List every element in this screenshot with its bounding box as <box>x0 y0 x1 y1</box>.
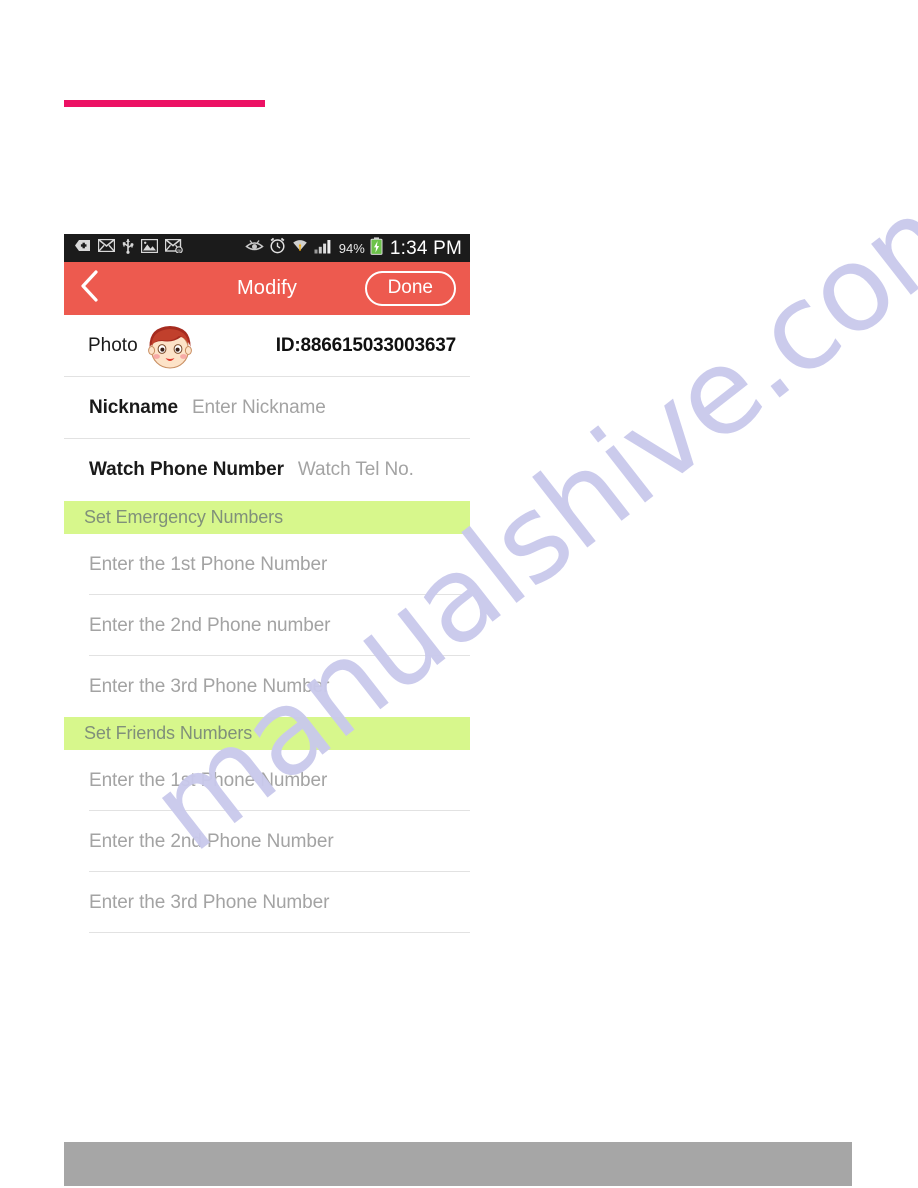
watch-phone-number-label: Watch Phone Number <box>89 459 284 480</box>
friends-phone-input-3[interactable]: Enter the 3rd Phone Number <box>89 892 329 914</box>
nickname-row[interactable]: Nickname Enter Nickname <box>64 377 470 439</box>
watch-phone-number-input[interactable]: Watch Tel No. <box>298 459 414 481</box>
svg-text:@: @ <box>177 248 182 253</box>
emergency-phone-input-3[interactable]: Enter the 3rd Phone Number <box>89 676 329 698</box>
friends-phone-row-3[interactable]: Enter the 3rd Phone Number <box>64 872 470 933</box>
alarm-clock-icon <box>269 237 286 259</box>
status-bar: @ 94% 1:34 PM <box>64 234 470 262</box>
section-header-friends: Set Friends Numbers <box>64 717 470 750</box>
photo-label: Photo <box>88 335 138 356</box>
friends-phone-input-1[interactable]: Enter the 1st Phone Number <box>89 770 327 792</box>
status-bar-right-icons: 94% 1:34 PM <box>245 236 462 260</box>
status-bar-left-icons: @ <box>74 238 183 259</box>
gallery-image-icon <box>140 238 159 258</box>
chevron-left-icon <box>78 269 100 308</box>
photo-row[interactable]: Photo ID:886615033003637 <box>64 315 470 377</box>
emergency-phone-row-3[interactable]: Enter the 3rd Phone Number <box>64 656 470 717</box>
battery-percent-label: 94% <box>338 240 365 256</box>
app-header: Modify Done <box>64 262 470 315</box>
friends-phone-row-1[interactable]: Enter the 1st Phone Number <box>64 750 470 811</box>
usb-icon <box>122 238 134 259</box>
signal-bars-icon <box>314 238 334 259</box>
wifi-icon <box>291 238 309 259</box>
phone-screenshot: @ 94% 1:34 PM Modify Done Photo ID:88661… <box>64 234 470 933</box>
emergency-phone-row-2[interactable]: Enter the 2nd Phone number <box>64 595 470 656</box>
nickname-label: Nickname <box>89 397 178 418</box>
accent-rule <box>64 100 265 107</box>
nickname-input[interactable]: Enter Nickname <box>192 397 326 419</box>
emergency-phone-row-1[interactable]: Enter the 1st Phone Number <box>64 534 470 595</box>
battery-charging-icon <box>370 236 383 260</box>
section-header-friends-label: Set Friends Numbers <box>84 723 253 743</box>
clock-label: 1:34 PM <box>389 237 462 259</box>
section-header-emergency-label: Set Emergency Numbers <box>84 507 283 527</box>
eye-smart-stay-icon <box>245 239 264 257</box>
friends-phone-row-2[interactable]: Enter the 2nd Phone Number <box>64 811 470 872</box>
emergency-phone-input-1[interactable]: Enter the 1st Phone Number <box>89 554 327 576</box>
emergency-phone-input-2[interactable]: Enter the 2nd Phone number <box>89 615 331 637</box>
back-button[interactable] <box>78 270 108 308</box>
watch-phone-number-row[interactable]: Watch Phone Number Watch Tel No. <box>64 439 470 501</box>
section-header-emergency: Set Emergency Numbers <box>64 501 470 534</box>
boy-avatar-icon[interactable] <box>143 319 197 373</box>
done-button[interactable]: Done <box>364 271 456 306</box>
watch-id-label: ID:886615033003637 <box>275 335 456 356</box>
footer-bar <box>64 1142 852 1186</box>
friends-phone-input-2[interactable]: Enter the 2nd Phone Number <box>89 831 334 853</box>
envelope-icon <box>97 238 116 257</box>
download-tag-icon <box>74 238 91 258</box>
email-attachment-icon: @ <box>164 238 183 258</box>
